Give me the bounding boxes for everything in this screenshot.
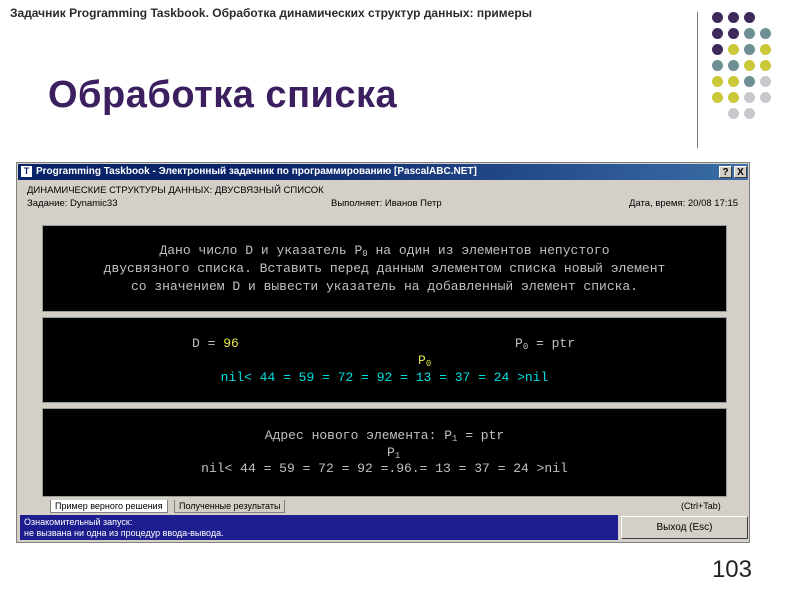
decorative-dot xyxy=(760,44,771,55)
decorative-dot xyxy=(744,44,755,55)
decorative-dot xyxy=(728,28,739,39)
result-list: nil< 44 = 59 = 72 = 92 =.96.= 13 = 37 = … xyxy=(201,461,568,476)
p0-value: P0 = ptr xyxy=(515,336,576,352)
task-name: Задание: Dynamic33 xyxy=(27,198,118,209)
decorative-dot xyxy=(744,12,755,23)
slide-title: Обработка списка xyxy=(48,74,398,116)
window-titlebar: T Programming Taskbook - Электронный зад… xyxy=(18,164,748,180)
exit-button[interactable]: Выход (Esc) xyxy=(621,516,748,539)
decorative-dot xyxy=(744,92,755,103)
p1-pointer-marker: P1 xyxy=(387,445,401,461)
decorative-dot xyxy=(744,76,755,87)
executor-name: Выполняет: Иванов Петр xyxy=(331,198,442,209)
taskbook-window: T Programming Taskbook - Электронный зад… xyxy=(16,162,750,543)
p0-pointer-marker: P0 xyxy=(418,353,432,369)
d-value: D = 96 xyxy=(192,336,239,351)
decorative-dots xyxy=(712,12,784,132)
window-title: Programming Taskbook - Электронный задач… xyxy=(36,166,477,177)
task-info: ДИНАМИЧЕСКИЕ СТРУКТУРЫ ДАННЫХ: ДВУСВЯЗНЫ… xyxy=(17,181,749,211)
decorative-dot xyxy=(744,28,755,39)
decorative-dot xyxy=(712,28,723,39)
decorative-dot xyxy=(728,92,739,103)
status-line-2: не вызвана ни одна из процедур ввода-выв… xyxy=(24,528,224,538)
decorative-dot xyxy=(760,28,771,39)
decorative-divider xyxy=(697,12,698,148)
decorative-dot xyxy=(744,60,755,71)
description-line-2: двусвязного списка. Вставить перед данны… xyxy=(103,261,666,276)
decorative-dot xyxy=(728,12,739,23)
datetime: Дата, время: 20/08 17:15 xyxy=(629,198,739,209)
section-title: ДИНАМИЧЕСКИЕ СТРУКТУРЫ ДАННЫХ: ДВУСВЯЗНЫ… xyxy=(27,185,324,196)
decorative-dot xyxy=(760,60,771,71)
result-label: Адрес нового элемента: P1 = ptr xyxy=(264,428,505,444)
tab-hotkey-hint: (Ctrl+Tab) xyxy=(681,501,721,511)
decorative-dot xyxy=(760,76,771,87)
decorative-dot xyxy=(728,108,739,119)
slide-number: 103 xyxy=(711,556,752,583)
decorative-dot xyxy=(760,92,771,103)
description-line-1: Дано число D и указатель P0 на один из э… xyxy=(159,243,610,259)
decorative-dot xyxy=(744,108,755,119)
decorative-dot xyxy=(712,76,723,87)
slide-header: Задачник Programming Taskbook. Обработка… xyxy=(10,6,532,20)
result-panel: Адрес нового элемента: P1 = ptr P1 nil< … xyxy=(42,408,727,497)
decorative-dot xyxy=(728,76,739,87)
app-icon: T xyxy=(21,166,32,177)
status-line-1: Ознакомительный запуск: xyxy=(24,517,133,527)
input-list: nil< 44 = 59 = 72 = 92 = 13 = 37 = 24 >n… xyxy=(220,370,549,385)
tab-results[interactable]: Полученные результаты xyxy=(174,500,286,513)
decorative-dot xyxy=(712,12,723,23)
description-line-3: со значением D и вывести указатель на до… xyxy=(130,279,639,294)
decorative-dot xyxy=(712,44,723,55)
tab-correct-example[interactable]: Пример верного решения xyxy=(50,500,168,513)
help-button[interactable]: ? xyxy=(719,166,732,178)
decorative-dot xyxy=(712,60,723,71)
close-button[interactable]: X xyxy=(734,166,747,178)
decorative-dot xyxy=(728,60,739,71)
decorative-dot xyxy=(728,44,739,55)
decorative-dot xyxy=(712,92,723,103)
task-description-panel: Дано число D и указатель P0 на один из э… xyxy=(42,225,727,312)
status-box: Ознакомительный запуск: не вызвана ни од… xyxy=(20,515,618,540)
input-data-panel: D = 96 P0 = ptr P0 nil< 44 = 59 = 72 = 9… xyxy=(42,317,727,403)
